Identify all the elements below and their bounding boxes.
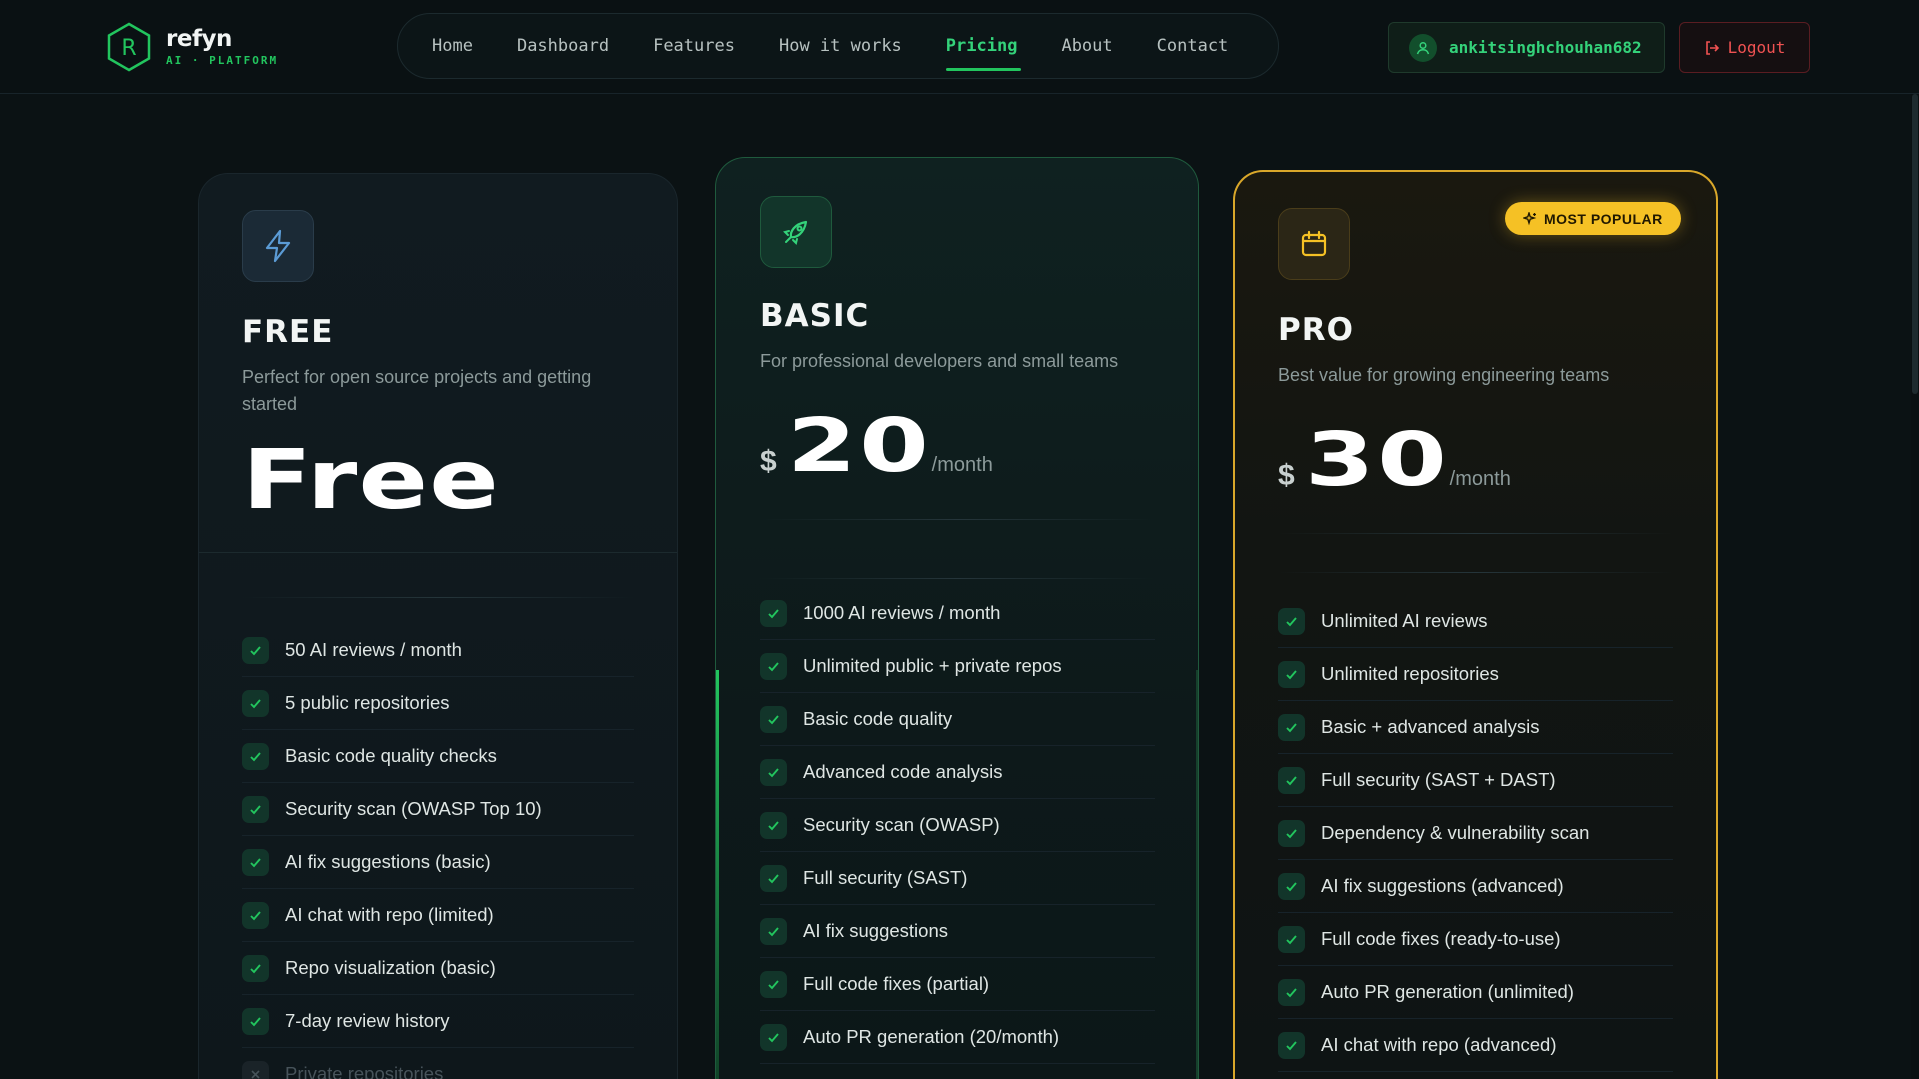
check-icon bbox=[760, 758, 787, 786]
plan-name: BASIC bbox=[760, 298, 870, 334]
price-amount: 20 bbox=[786, 403, 932, 489]
logout-label: Logout bbox=[1727, 38, 1786, 57]
currency-symbol: $ bbox=[1278, 459, 1295, 492]
feature-item: Unlimited repositories bbox=[1278, 648, 1673, 701]
feature-item: Repo visualization (basic) bbox=[242, 942, 634, 995]
nav-how-it-works[interactable]: How it works bbox=[779, 13, 902, 79]
check-icon bbox=[1278, 713, 1305, 741]
feature-item: Full security (SAST + DAST) bbox=[1278, 754, 1673, 807]
nav-about[interactable]: About bbox=[1061, 13, 1112, 79]
nav-contact[interactable]: Contact bbox=[1157, 13, 1229, 79]
feature-item: AI chat with repo (limited) bbox=[242, 889, 634, 942]
user-profile-button[interactable]: ankitsinghchouhan682 bbox=[1388, 22, 1665, 73]
check-icon bbox=[242, 742, 269, 770]
cross-icon bbox=[242, 1060, 269, 1079]
check-icon bbox=[760, 599, 787, 627]
check-icon bbox=[1278, 660, 1305, 688]
feature-item: AI chat with repo (advanced) bbox=[1278, 1019, 1673, 1072]
check-icon bbox=[1278, 819, 1305, 847]
check-icon bbox=[242, 901, 269, 929]
plan-description: Perfect for open source projects and get… bbox=[242, 367, 592, 414]
plan-name: PRO bbox=[1278, 312, 1354, 348]
feature-item: AI fix suggestions (basic) bbox=[242, 836, 634, 889]
plan-price: $ 30 /month bbox=[1278, 417, 1673, 503]
plan-price: $ 20 /month bbox=[760, 403, 1155, 489]
feature-item: 7-day review history bbox=[242, 995, 634, 1048]
check-icon bbox=[760, 970, 787, 998]
check-icon bbox=[760, 864, 787, 892]
feature-list: 50 AI reviews / month 5 public repositor… bbox=[242, 624, 634, 1079]
plan-card-pro: MOST POPULAR PRO Best value for growing … bbox=[1233, 170, 1718, 1079]
feature-item: Advanced code analysis bbox=[760, 746, 1155, 799]
check-icon bbox=[242, 689, 269, 717]
check-icon bbox=[242, 636, 269, 664]
feature-item: Basic code quality bbox=[760, 693, 1155, 746]
check-icon bbox=[1278, 925, 1305, 953]
feature-item: 5 public repositories bbox=[242, 677, 634, 730]
feature-item: 1000 AI reviews / month bbox=[760, 587, 1155, 640]
lightning-icon bbox=[242, 210, 314, 282]
nav-features[interactable]: Features bbox=[653, 13, 735, 79]
price-period: /month bbox=[931, 454, 993, 476]
top-header: R refyn AI · PLATFORM Home Dashboard Fea… bbox=[0, 0, 1919, 94]
check-icon bbox=[760, 1023, 787, 1051]
logout-button[interactable]: Logout bbox=[1679, 22, 1810, 73]
user-icon bbox=[1409, 33, 1437, 62]
check-icon bbox=[760, 811, 787, 839]
feature-list: 1000 AI reviews / month Unlimited public… bbox=[760, 587, 1155, 1064]
check-icon bbox=[242, 795, 269, 823]
feature-item: Full code fixes (ready-to-use) bbox=[1278, 913, 1673, 966]
feature-item: AI fix suggestions bbox=[760, 905, 1155, 958]
feature-item: Auto PR generation (20/month) bbox=[760, 1011, 1155, 1064]
price-period: /month bbox=[1449, 468, 1511, 490]
plan-name: FREE bbox=[242, 314, 334, 350]
check-icon bbox=[760, 652, 787, 680]
logo-hexagon-icon: R bbox=[107, 22, 151, 72]
username: ankitsinghchouhan682 bbox=[1449, 38, 1642, 57]
currency-symbol: $ bbox=[760, 445, 777, 478]
feature-item: Auto PR generation (unlimited) bbox=[1278, 966, 1673, 1019]
calendar-icon bbox=[1278, 208, 1350, 280]
check-icon bbox=[760, 917, 787, 945]
brand-name: refyn bbox=[166, 26, 232, 52]
brand-tagline: AI · PLATFORM bbox=[166, 54, 279, 67]
check-icon bbox=[242, 1007, 269, 1035]
feature-item: Security scan (OWASP Top 10) bbox=[242, 783, 634, 836]
feature-item: Dependency & vulnerability scan bbox=[1278, 807, 1673, 860]
check-icon bbox=[1278, 978, 1305, 1006]
logout-icon bbox=[1705, 40, 1719, 55]
check-icon bbox=[1278, 872, 1305, 900]
feature-item: 50 AI reviews / month bbox=[242, 624, 634, 677]
check-icon bbox=[242, 954, 269, 982]
feature-item: Basic code quality checks bbox=[242, 730, 634, 783]
feature-item: Unlimited public + private repos bbox=[760, 640, 1155, 693]
feature-item: Basic + advanced analysis bbox=[1278, 701, 1673, 754]
nav-pricing[interactable]: Pricing bbox=[945, 13, 1022, 79]
feature-item: Unlimited AI reviews bbox=[1278, 595, 1673, 648]
feature-list: Unlimited AI reviews Unlimited repositor… bbox=[1278, 595, 1673, 1072]
check-icon bbox=[1278, 766, 1305, 794]
page-scrollbar[interactable] bbox=[1911, 94, 1919, 1079]
check-icon bbox=[242, 848, 269, 876]
feature-item: Full code fixes (partial) bbox=[760, 958, 1155, 1011]
nav-home[interactable]: Home bbox=[432, 13, 473, 79]
check-icon bbox=[1278, 1031, 1305, 1059]
feature-item: Security scan (OWASP) bbox=[760, 799, 1155, 852]
check-icon bbox=[1278, 607, 1305, 635]
svg-text:R: R bbox=[121, 36, 136, 61]
plan-card-free: FREE Perfect for open source projects an… bbox=[198, 173, 678, 1079]
feature-item: Full security (SAST) bbox=[760, 852, 1155, 905]
brand-logo[interactable]: R refyn AI · PLATFORM bbox=[106, 22, 278, 72]
feature-item-unavailable: Private repositories bbox=[242, 1048, 634, 1079]
price-amount: 30 bbox=[1304, 417, 1450, 503]
plan-price: Free bbox=[242, 433, 501, 528]
rocket-icon bbox=[760, 196, 832, 268]
plan-card-basic: BASIC For professional developers and sm… bbox=[715, 157, 1199, 1079]
nav-dashboard[interactable]: Dashboard bbox=[517, 13, 609, 79]
feature-item: AI fix suggestions (advanced) bbox=[1278, 860, 1673, 913]
check-icon bbox=[760, 705, 787, 733]
plan-description: For professional developers and small te… bbox=[760, 351, 1119, 371]
main-nav: Home Dashboard Features How it works Pri… bbox=[397, 13, 1279, 79]
plan-description: Best value for growing engineering teams bbox=[1278, 365, 1610, 385]
